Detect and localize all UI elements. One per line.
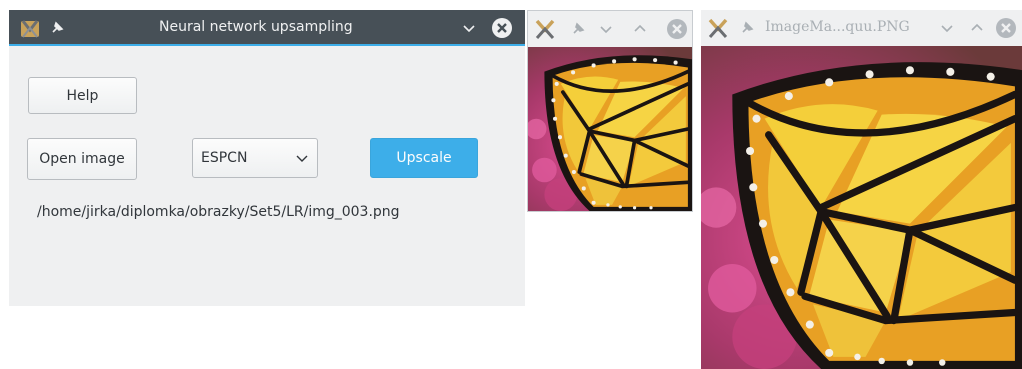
image-path-label: /home/jirka/diplomka/obrazky/Set5/LR/img… [37, 204, 400, 220]
chevron-down-icon[interactable] [598, 21, 614, 37]
main-titlebar[interactable]: Neural network upsampling [9, 10, 525, 46]
chevron-up-icon[interactable] [969, 20, 985, 36]
chevron-down-icon [295, 151, 309, 165]
close-circle-icon[interactable] [995, 17, 1017, 39]
close-circle-icon[interactable] [666, 18, 688, 40]
chevron-down-icon[interactable] [939, 20, 955, 36]
pin-icon[interactable] [49, 20, 65, 36]
model-select[interactable]: ESPCN [192, 138, 318, 178]
main-window: Neural network upsampling Help Open imag… [9, 10, 525, 306]
upscaled-image [701, 46, 1022, 369]
open-image-button[interactable]: Open image [27, 138, 137, 180]
small-titlebar[interactable] [528, 11, 692, 47]
help-button[interactable]: Help [28, 77, 137, 114]
pin-icon[interactable] [570, 21, 586, 37]
model-select-value: ESPCN [201, 150, 248, 166]
kde-app-icon[interactable] [534, 18, 556, 40]
pin-icon[interactable] [739, 20, 755, 36]
low-res-image [528, 47, 692, 211]
large-titlebar[interactable]: ImageMa...quu.PNG [701, 10, 1022, 46]
large-window-title: ImageMa...quu.PNG [765, 19, 910, 35]
image-window-large: ImageMa...quu.PNG [701, 10, 1022, 369]
close-circle-icon[interactable] [491, 17, 513, 39]
image-window-small [527, 10, 693, 212]
chevron-down-icon[interactable] [461, 20, 477, 36]
kde-app-icon[interactable] [707, 17, 729, 39]
chevron-up-icon[interactable] [632, 21, 648, 37]
upscale-button[interactable]: Upscale [370, 138, 478, 178]
kde-app-icon[interactable] [19, 17, 41, 39]
window-title: Neural network upsampling [159, 19, 353, 35]
